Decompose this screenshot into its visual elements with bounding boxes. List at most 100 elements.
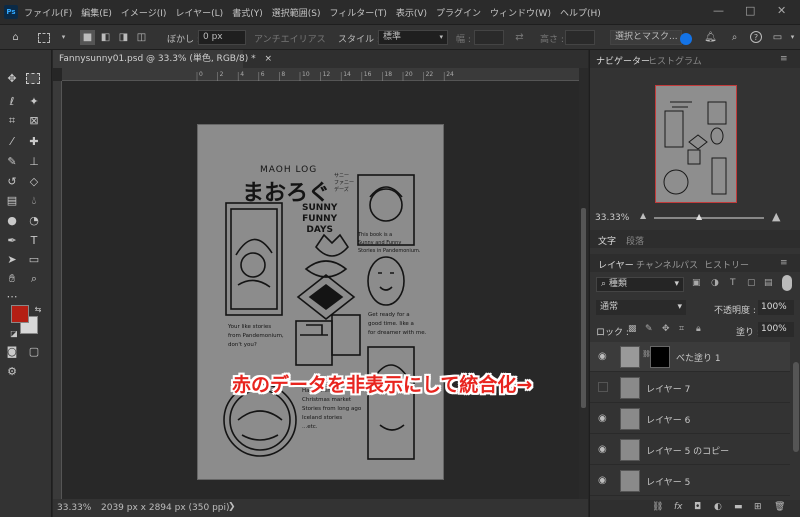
filter-shape-icon[interactable]: ▢ — [747, 278, 756, 288]
healing-tool-icon[interactable]: ✚ — [26, 134, 42, 150]
menu-item[interactable]: プラグイン — [436, 6, 481, 19]
layer-row[interactable]: ◉ レイヤー 6 — [590, 404, 790, 434]
eyedropper-tool-icon[interactable]: ⁄ — [4, 134, 20, 150]
filter-smart-icon[interactable]: ▤ — [764, 278, 773, 288]
bell-icon[interactable]: 🔔︎ — [703, 30, 718, 45]
chevron-down-icon[interactable]: ▾ — [56, 30, 71, 45]
intersect-selection-icon[interactable]: ◫ — [134, 30, 149, 45]
magic-wand-tool-icon[interactable]: ✦ — [26, 94, 42, 110]
adjustment-icon[interactable]: ◐ — [714, 502, 722, 512]
dodge-tool-icon[interactable]: ● — [4, 213, 20, 229]
zoom-slider-handle[interactable]: ▲ — [696, 212, 702, 221]
tab-paths[interactable]: パス — [680, 258, 698, 271]
menu-item[interactable]: 編集(E) — [81, 6, 112, 19]
move-tool-icon[interactable]: ✥ — [4, 71, 20, 87]
folder-icon[interactable]: ▬ — [734, 502, 743, 512]
photoshop-logo[interactable]: Ps — [4, 5, 18, 19]
search-icon[interactable]: ⌕ — [727, 30, 742, 45]
menu-item[interactable]: 表示(V) — [396, 6, 427, 19]
filter-type-icon[interactable]: T — [730, 278, 736, 288]
eraser-tool-icon[interactable]: ◇ — [26, 174, 42, 190]
rectangle-tool-icon[interactable]: ▭ — [26, 252, 42, 268]
fx-icon[interactable]: fx — [674, 502, 683, 512]
zoom-slider[interactable] — [654, 217, 764, 219]
lock-position-icon[interactable]: ✥ — [662, 324, 670, 334]
eye-icon[interactable]: ◉ — [598, 444, 610, 456]
dodge-tool-alt-icon[interactable]: ◔ — [26, 213, 42, 229]
chevron-down-icon[interactable]: ▾ — [785, 30, 800, 45]
antialias-checkbox[interactable]: アンチエイリアス — [254, 32, 326, 45]
horizontal-ruler[interactable]: 0 2 4 6 8 10 12 14 16 18 20 22 24 — [62, 68, 579, 81]
crop-tool-icon[interactable]: ⌗ — [4, 113, 20, 129]
menu-item[interactable]: 選択範囲(S) — [272, 6, 321, 19]
filter-adjustment-icon[interactable]: ◑ — [711, 278, 719, 288]
layer-row[interactable]: ◉ レイヤー 5 のコピー — [590, 435, 790, 465]
zoom-tool-icon[interactable]: ⌕ — [26, 271, 42, 287]
blend-mode-select[interactable]: 通常 ▾ — [596, 300, 686, 315]
scrollbar-thumb[interactable] — [581, 208, 586, 408]
gradient-tool-icon[interactable]: ▤ — [4, 193, 20, 209]
tab-character[interactable]: 文字 — [598, 234, 616, 247]
marquee-tool-icon[interactable] — [38, 33, 50, 43]
lock-artboard-icon[interactable]: ⌗ — [679, 324, 684, 334]
filter-toggle[interactable] — [782, 275, 792, 291]
fill-input[interactable]: 100% — [758, 322, 794, 337]
layers-menu-icon[interactable]: ≡ — [780, 258, 788, 268]
menu-item[interactable]: ウィンドウ(W) — [490, 6, 551, 19]
edit-toolbar-icon[interactable]: ⚙ — [4, 364, 20, 380]
menu-item[interactable]: ファイル(F) — [24, 6, 72, 19]
lock-all-icon[interactable]: 🔒︎ — [696, 324, 701, 334]
document-canvas[interactable]: MAOH LOG まおろぐ サニー ファニー デーズ SUNNY FUNNY D… — [197, 124, 444, 480]
tab-histogram[interactable]: ヒストグラム — [648, 54, 702, 67]
select-and-mask-button[interactable]: 選択とマスク... — [610, 30, 682, 45]
menu-item[interactable]: 書式(Y) — [232, 6, 263, 19]
feather-input[interactable]: 0 px — [198, 30, 246, 45]
height-input[interactable] — [565, 30, 595, 45]
tab-history[interactable]: ヒストリー — [704, 258, 749, 271]
workspace-icon[interactable]: ▭ — [770, 30, 785, 45]
tab-paragraph[interactable]: 段落 — [626, 234, 644, 247]
tab-close-icon[interactable]: × — [264, 54, 272, 64]
vertical-scrollbar[interactable] — [579, 68, 588, 499]
swap-colors-icon[interactable]: ⇆ — [30, 302, 46, 318]
path-select-tool-icon[interactable]: ➤ — [4, 252, 20, 268]
eye-icon[interactable]: ◉ — [598, 475, 610, 487]
navigator-zoom[interactable]: 33.33% — [595, 213, 629, 223]
document-tab[interactable]: Fannysunny01.psd @ 33.3% (単色, RGB/8) * × — [53, 50, 272, 68]
menu-item[interactable]: レイヤー(L) — [175, 6, 223, 19]
eye-icon[interactable]: ◉ — [598, 351, 610, 363]
lock-transparent-icon[interactable]: ▩ — [628, 324, 637, 334]
brush-tool-icon[interactable]: ✎ — [4, 154, 20, 170]
swap-icon[interactable]: ⇄ — [512, 30, 527, 45]
layer-row[interactable]: ◉ ⛓ べた塗り 1 — [590, 342, 790, 372]
foreground-color-swatch[interactable] — [11, 305, 29, 323]
tab-navigator[interactable]: ナビゲーター — [596, 54, 650, 67]
lasso-tool-icon[interactable]: ℓ — [4, 94, 20, 110]
add-selection-icon[interactable]: ◧ — [98, 30, 113, 45]
trash-icon[interactable]: 🗑︎ — [774, 502, 785, 512]
lock-pixels-icon[interactable]: ✎ — [645, 324, 653, 334]
menu-item[interactable]: イメージ(I) — [121, 6, 167, 19]
rect-marquee-tool-icon[interactable] — [26, 73, 40, 84]
layer-mask-thumbnail[interactable] — [650, 346, 670, 368]
filter-pixel-icon[interactable]: ▣ — [692, 278, 701, 288]
default-colors-icon[interactable]: ◪ — [6, 326, 22, 342]
hand-tool-icon[interactable]: ✋︎ — [4, 271, 20, 287]
layer-row[interactable]: レイヤー 7 — [590, 373, 790, 403]
menu-item[interactable]: フィルター(T) — [329, 6, 386, 19]
subtract-selection-icon[interactable]: ◨ — [116, 30, 131, 45]
eye-hidden-icon[interactable] — [598, 382, 608, 392]
mask-icon[interactable]: ◘ — [694, 502, 701, 512]
status-arrow-icon[interactable]: ❯ — [228, 502, 236, 512]
pen-tool-icon[interactable]: ✒ — [4, 233, 20, 249]
zoom-in-icon[interactable]: ▲ — [772, 210, 780, 223]
type-tool-icon[interactable]: T — [26, 233, 42, 249]
style-select[interactable]: 標準 ▾ — [378, 30, 448, 45]
panel-menu-icon[interactable]: ≡ — [780, 54, 788, 64]
new-layer-icon[interactable]: ⊞ — [754, 502, 762, 512]
zoom-out-icon[interactable]: ▲ — [640, 211, 646, 220]
width-input[interactable] — [474, 30, 504, 45]
help-icon[interactable]: ? — [750, 31, 762, 43]
tab-layers[interactable]: レイヤー — [598, 258, 634, 271]
home-icon[interactable]: ⌂ — [8, 30, 23, 45]
